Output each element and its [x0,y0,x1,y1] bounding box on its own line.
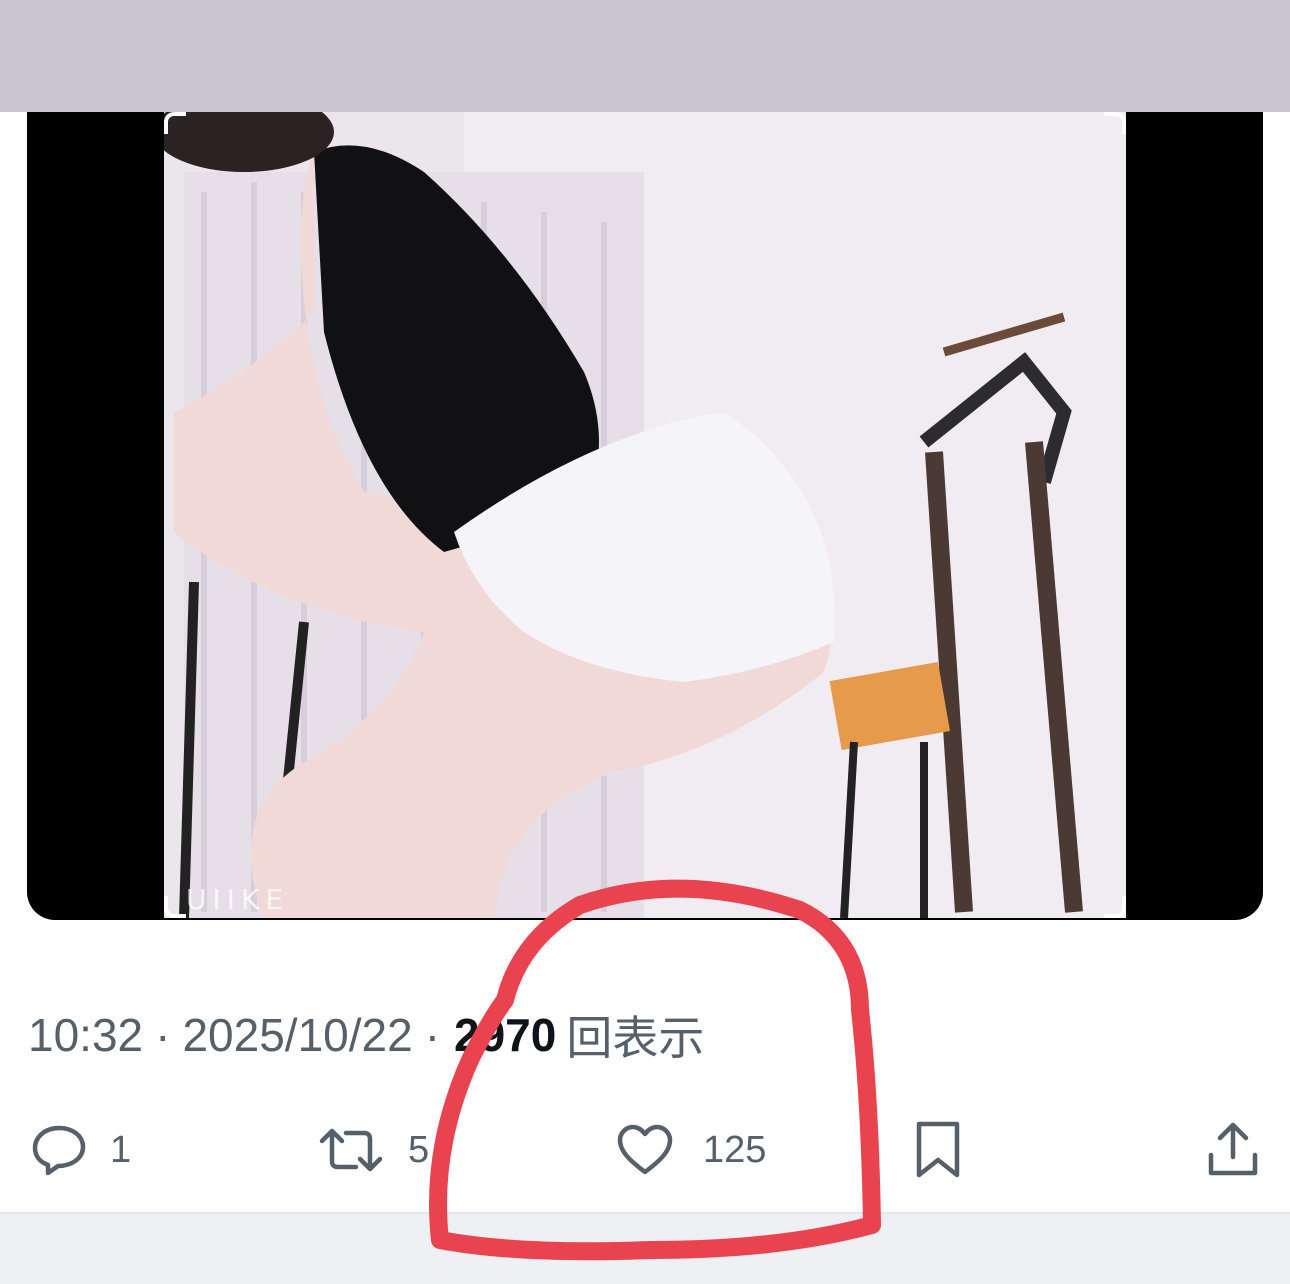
post-date[interactable]: 2025/10/22 [182,1008,412,1062]
crop-corner-bottom-left [164,896,186,918]
crop-corner-bottom-right [1104,896,1126,918]
meta-separator: · [155,1009,171,1061]
share-icon [1206,1121,1260,1179]
like-count: 125 [703,1128,767,1171]
repost-count: 5 [408,1128,430,1171]
post-meta-line: 10:32 · 2025/10/22 · 2970 回表示 [28,1005,704,1065]
top-overlay-band [0,0,1290,112]
meta-separator: · [424,1009,441,1061]
post-photo[interactable]: UIIKE [164,112,1126,918]
like-icon [615,1123,675,1177]
bookmark-icon [914,1120,962,1180]
next-post-separator [0,1212,1290,1284]
crop-corner-top-left [164,112,186,134]
views-label: 回表示 [566,1012,705,1064]
crop-corner-top-right [1104,112,1126,134]
reply-button[interactable]: 1 [30,1115,131,1185]
reply-count: 1 [110,1128,132,1171]
photo-illustration [164,112,1126,918]
photo-watermark: UIIKE [186,883,290,916]
bookmark-button[interactable] [914,1115,962,1185]
reply-icon [30,1123,88,1177]
media-container[interactable]: UIIKE [27,112,1263,920]
like-button[interactable]: 125 [615,1115,766,1185]
share-button[interactable] [1206,1115,1260,1185]
action-bar: 1 5 125 [0,1115,1290,1185]
views-count[interactable]: 2970 [454,1008,556,1062]
repost-button[interactable]: 5 [318,1115,429,1185]
post-time[interactable]: 10:32 [28,1008,143,1062]
repost-icon [318,1123,384,1177]
